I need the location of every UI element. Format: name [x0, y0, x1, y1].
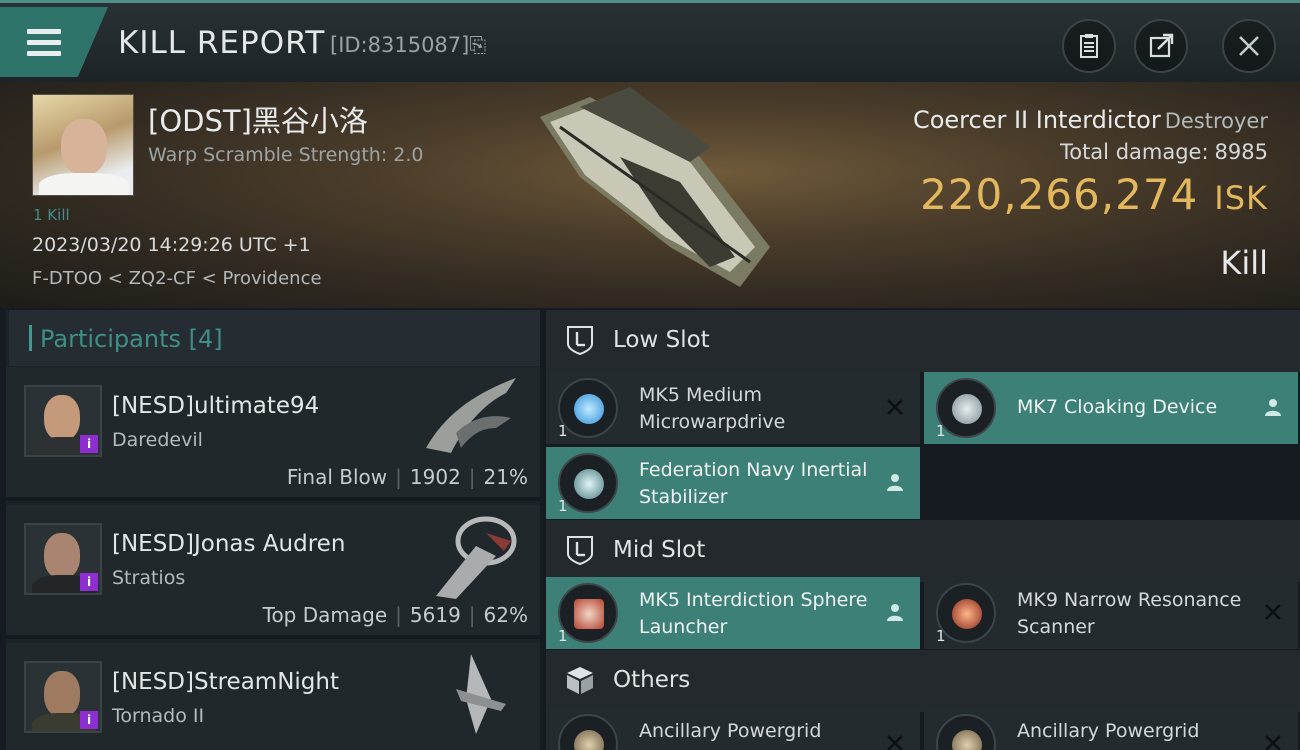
participant-row[interactable]: i [NESD]ultimate94 Daredevil Final Blow |…: [6, 367, 540, 501]
participant-name: [NESD]ultimate94: [112, 393, 320, 419]
destroyed-icon: [1265, 735, 1281, 750]
isk-unit: ISK: [1214, 179, 1268, 217]
destroyed-icon: [1265, 604, 1281, 620]
close-icon: [1239, 36, 1259, 56]
mid-slot-icon: [567, 536, 593, 566]
others-header: Others: [546, 650, 1300, 712]
module-name: MK5 Interdiction Sphere Launcher: [639, 589, 868, 638]
kill-location[interactable]: F-DTOO < ZQ2-CF < Providence: [32, 268, 322, 289]
hamburger-icon: [27, 29, 61, 62]
ship-name-text: Coercer II Interdictor: [912, 106, 1161, 134]
participants-count: [4]: [188, 325, 223, 353]
participants-panel: Participants [4] i [NESD]ultimate94 Dare…: [6, 310, 540, 750]
low-slot-icon: [567, 326, 593, 356]
module-item[interactable]: Ancillary Powergrid: [546, 708, 920, 750]
dropped-person-icon: [887, 604, 903, 621]
participants-header: Participants [4]: [6, 310, 540, 366]
module-item[interactable]: 1 Federation Navy Inertial Stabilizer: [546, 447, 920, 519]
isk-amount: 220,266,274: [920, 170, 1199, 219]
cube-icon: [567, 667, 593, 694]
participant-name: [NESD]StreamNight: [112, 669, 340, 695]
participant-ship: Stratios: [112, 567, 186, 589]
victim-ship-image[interactable]: [520, 87, 790, 292]
stat-percent: 62%: [483, 603, 528, 627]
module-qty: 1: [558, 627, 568, 645]
result-label: Kill: [1220, 244, 1268, 282]
participant-ship: Tornado II: [112, 705, 205, 727]
participant-ship-image[interactable]: [416, 511, 526, 601]
stat-damage: 1902: [409, 465, 461, 489]
info-icon[interactable]: i: [80, 573, 98, 591]
share-button[interactable]: [1134, 19, 1188, 73]
destroyed-icon: [887, 735, 903, 750]
stat-percent: 21%: [483, 465, 528, 489]
module-name: Ancillary Powergrid: [639, 720, 822, 742]
kill-datetime: 2023/03/20 14:29:26 UTC +1: [32, 234, 311, 256]
module-qty: 1: [936, 422, 946, 440]
others-label: Others: [613, 667, 691, 693]
copy-icon[interactable]: ⎘: [469, 33, 486, 57]
clipboard-button[interactable]: [1062, 19, 1116, 73]
clipboard-icon: [1080, 34, 1098, 58]
victim-ship-name[interactable]: Coercer II Interdictor Destroyer: [913, 106, 1268, 134]
participant-name: [NESD]Jonas Audren: [112, 531, 346, 557]
module-item[interactable]: 1 MK7 Cloaking Device: [924, 372, 1298, 444]
stat-label: Final Blow: [286, 465, 388, 489]
info-icon[interactable]: i: [80, 711, 98, 729]
participant-ship: Daredevil: [112, 429, 203, 451]
top-bar: KILL REPORT [ID:8315087]⎘: [0, 0, 1300, 82]
victim-portrait[interactable]: [32, 94, 134, 196]
module-name: Ancillary Powergrid: [1017, 720, 1200, 742]
isk-value: 220,266,274 ISK: [920, 170, 1268, 219]
module-qty: 1: [558, 422, 568, 440]
participant-ship-image[interactable]: [416, 373, 526, 463]
close-button[interactable]: [1222, 19, 1276, 73]
participant-ship-image[interactable]: [416, 649, 526, 739]
low-slot-label: Low Slot: [613, 327, 710, 353]
module-name: MK5 Medium Microwarpdrive: [639, 384, 786, 433]
stat-damage: 5619: [409, 603, 461, 627]
dropped-person-icon: [1265, 399, 1281, 416]
victim-name[interactable]: [ODST]黑谷小洛: [148, 98, 368, 140]
module-item[interactable]: 1 MK9 Narrow Resonance Scanner: [924, 577, 1298, 649]
module-qty: 1: [936, 627, 946, 645]
total-damage-value: 8985: [1214, 140, 1268, 164]
kill-count: 1 Kill: [33, 206, 70, 224]
report-id-text: [ID:8315087]: [330, 33, 470, 57]
participants-heading: Participants: [40, 325, 181, 353]
module-qty: 1: [558, 497, 568, 515]
participant-avatar[interactable]: i: [24, 523, 102, 595]
mid-slot-header: Mid Slot: [546, 520, 1300, 582]
total-damage-label: Total damage:: [1059, 140, 1209, 164]
stat-label: Top Damage: [262, 603, 388, 627]
participant-row[interactable]: i [NESD]StreamNight Tornado II: [6, 643, 540, 750]
page-title: KILL REPORT: [118, 25, 326, 61]
total-damage: Total damage: 8985: [1060, 140, 1268, 164]
module-item[interactable]: 1 MK5 Interdiction Sphere Launcher: [546, 577, 920, 649]
info-icon[interactable]: i: [80, 435, 98, 453]
warp-scramble-strength: Warp Scramble Strength: 2.0: [148, 144, 424, 166]
module-name: MK7 Cloaking Device: [1017, 396, 1218, 418]
low-slot-header: Low Slot: [546, 310, 1300, 372]
participant-stat: Top Damage | 5619 | 62%: [262, 603, 528, 627]
kill-banner: [ODST]黑谷小洛 Warp Scramble Strength: 2.0 1…: [0, 82, 1300, 308]
module-name: MK9 Narrow Resonance Scanner: [1017, 589, 1242, 638]
powergrid-icon: [558, 714, 618, 750]
ship-class: Destroyer: [1164, 109, 1268, 133]
mid-slot-label: Mid Slot: [613, 537, 706, 563]
share-icon: [1149, 33, 1174, 58]
powergrid-icon: [936, 714, 996, 750]
dropped-person-icon: [887, 474, 903, 491]
participant-avatar[interactable]: i: [24, 661, 102, 733]
participant-stat: Final Blow | 1902 | 21%: [286, 465, 528, 489]
module-item[interactable]: Ancillary Powergrid: [924, 708, 1298, 750]
menu-button[interactable]: [0, 7, 108, 77]
module-name: Federation Navy Inertial Stabilizer: [639, 459, 868, 508]
destroyed-icon: [887, 399, 903, 415]
participant-row[interactable]: i [NESD]Jonas Audren Stratios Top Damage…: [6, 505, 540, 639]
report-id[interactable]: [ID:8315087]⎘: [330, 33, 486, 58]
participant-avatar[interactable]: i: [24, 385, 102, 457]
module-item[interactable]: 1 MK5 Medium Microwarpdrive: [546, 372, 920, 444]
